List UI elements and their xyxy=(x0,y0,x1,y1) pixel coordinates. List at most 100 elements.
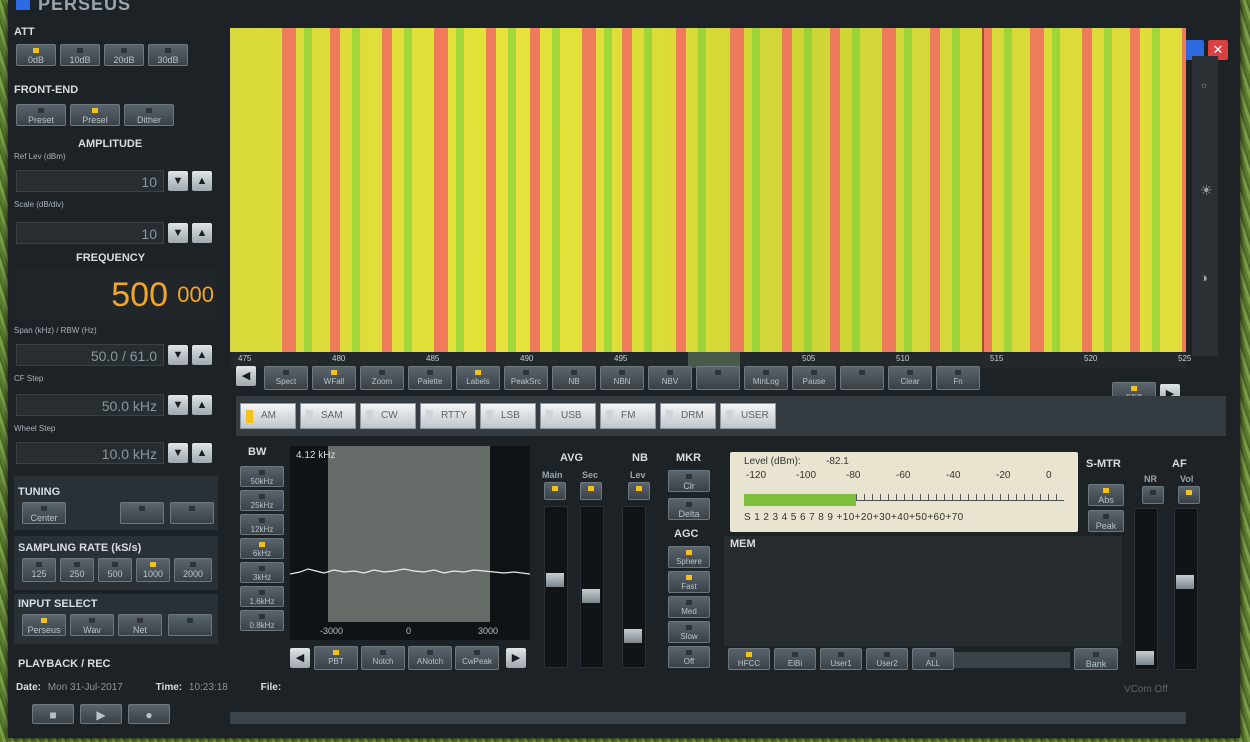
ref-level-up-button[interactable]: ▲ xyxy=(192,171,212,191)
wheel-down-button[interactable]: ▼ xyxy=(168,443,188,463)
wheel-value[interactable]: 10.0 kHz xyxy=(16,442,164,464)
play-button[interactable]: ▶ xyxy=(80,704,122,724)
toolbar-button-labels[interactable]: Labels xyxy=(456,366,500,390)
toolbar-left-button[interactable]: ◀ xyxy=(236,366,256,386)
agc-sphere-button[interactable]: Sphere xyxy=(668,546,710,568)
agc-off-button[interactable]: Off xyxy=(668,646,710,668)
vol-toggle[interactable] xyxy=(1178,486,1200,504)
toolbar-button-pause[interactable]: Pause xyxy=(792,366,836,390)
dither-button[interactable]: Dither xyxy=(124,104,174,126)
bw-3khz-button[interactable]: 3kHz xyxy=(240,562,284,583)
cfstep-value[interactable]: 50.0 kHz xyxy=(16,394,164,416)
ref-level-value[interactable]: 10 xyxy=(16,170,164,192)
filter-cwpeak-button[interactable]: CwPeak xyxy=(455,646,499,670)
avg-main-slider[interactable] xyxy=(544,506,568,668)
waterfall-display[interactable] xyxy=(230,28,1186,358)
filter-notch-button[interactable]: Notch xyxy=(361,646,405,670)
toolbar-button-blank[interactable] xyxy=(840,366,884,390)
volume-knob[interactable] xyxy=(1176,575,1194,589)
bw-1.6khz-button[interactable]: 1.6kHz xyxy=(240,586,284,607)
input-perseus-button[interactable]: Perseus xyxy=(22,614,66,636)
rate-500-button[interactable]: 500 xyxy=(98,558,132,582)
rate-125-button[interactable]: 125 xyxy=(22,558,56,582)
ref-level-down-button[interactable]: ▼ xyxy=(168,171,188,191)
mode-cw-button[interactable]: CW xyxy=(360,403,416,429)
smtr-peak-button[interactable]: Peak xyxy=(1088,510,1124,532)
bank-button[interactable]: Bank xyxy=(1074,648,1118,670)
att-30db-button[interactable]: 30dB xyxy=(148,44,188,66)
mode-lsb-button[interactable]: LSB xyxy=(480,403,536,429)
nb-toggle[interactable] xyxy=(628,482,650,500)
nr-toggle[interactable] xyxy=(1142,486,1164,504)
bw-50khz-button[interactable]: 50kHz xyxy=(240,466,284,487)
wheel-up-button[interactable]: ▲ xyxy=(192,443,212,463)
mem-user1-button[interactable]: User1 xyxy=(820,648,862,670)
contrast-icon[interactable]: ◑ xyxy=(1200,270,1208,285)
rate-2000-button[interactable]: 2000 xyxy=(174,558,212,582)
waterfall-scrollbar[interactable]: ☼ ☀ ◑ xyxy=(1192,56,1218,356)
mkr-clear-button[interactable]: Clr xyxy=(668,470,710,492)
avg-main-toggle[interactable] xyxy=(544,482,566,500)
toolbar-button-clear[interactable]: Clear xyxy=(888,366,932,390)
avg-sec-knob[interactable] xyxy=(582,589,600,603)
mode-usb-button[interactable]: USB xyxy=(540,403,596,429)
smtr-abs-button[interactable]: Abs xyxy=(1088,484,1124,506)
bw-25khz-button[interactable]: 25kHz xyxy=(240,490,284,511)
span-value[interactable]: 50.0 / 61.0 xyxy=(16,344,164,366)
filter-pbt-button[interactable]: PBT xyxy=(314,646,358,670)
mem-all-button[interactable]: ALL xyxy=(912,648,954,670)
toolbar-button-palette[interactable]: Palette xyxy=(408,366,452,390)
toolbar-button-blank[interactable] xyxy=(696,366,740,390)
toolbar-button-nbn[interactable]: NBN xyxy=(600,366,644,390)
mode-rtty-button[interactable]: RTTY xyxy=(420,403,476,429)
mode-fm-button[interactable]: FM xyxy=(600,403,656,429)
playback-progress[interactable] xyxy=(230,712,1186,724)
mkr-delta-button[interactable]: Delta xyxy=(668,498,710,520)
avg-main-knob[interactable] xyxy=(546,573,564,587)
mode-drm-button[interactable]: DRM xyxy=(660,403,716,429)
frequency-display[interactable]: 500 000 xyxy=(16,268,216,320)
filter-right-button[interactable]: ▶ xyxy=(506,648,526,668)
bw-0.8khz-button[interactable]: 0.8kHz xyxy=(240,610,284,631)
rate-1000-button[interactable]: 1000 xyxy=(136,558,170,582)
toolbar-button-peaksrc[interactable]: PeakSrc xyxy=(504,366,548,390)
sun-icon[interactable]: ☀ xyxy=(1200,182,1213,199)
avg-sec-toggle[interactable] xyxy=(580,482,602,500)
mode-am-button[interactable]: AM xyxy=(240,403,296,429)
cfstep-down-button[interactable]: ▼ xyxy=(168,395,188,415)
toolbar-button-spect[interactable]: Spect xyxy=(264,366,308,390)
att-0db-button[interactable]: 0dB xyxy=(16,44,56,66)
span-down-button[interactable]: ▼ xyxy=(168,345,188,365)
att-10db-button[interactable]: 10dB xyxy=(60,44,100,66)
att-20db-button[interactable]: 20dB xyxy=(104,44,144,66)
mode-user-button[interactable]: USER xyxy=(720,403,776,429)
stop-button[interactable]: ■ xyxy=(32,704,74,724)
nr-knob[interactable] xyxy=(1136,651,1154,665)
mem-scroll[interactable] xyxy=(954,652,1070,668)
presel-button[interactable]: Presel xyxy=(70,104,120,126)
rate-250-button[interactable]: 250 xyxy=(60,558,94,582)
filter-anotch-button[interactable]: ANotch xyxy=(408,646,452,670)
input-net-button[interactable]: Net xyxy=(118,614,162,636)
cfstep-up-button[interactable]: ▲ xyxy=(192,395,212,415)
span-up-button[interactable]: ▲ xyxy=(192,345,212,365)
tuning-button-3[interactable] xyxy=(170,502,214,524)
toolbar-button-nbv[interactable]: NBV xyxy=(648,366,692,390)
scale-down-button[interactable]: ▼ xyxy=(168,223,188,243)
scale-up-button[interactable]: ▲ xyxy=(192,223,212,243)
record-button[interactable]: ● xyxy=(128,704,170,724)
toolbar-button-fn[interactable]: Fn xyxy=(936,366,980,390)
mem-hfcc-button[interactable]: HFCC xyxy=(728,648,770,670)
input-extra-button[interactable] xyxy=(168,614,212,636)
toolbar-button-wfall[interactable]: WFall xyxy=(312,366,356,390)
toolbar-button-nb[interactable]: NB xyxy=(552,366,596,390)
mem-user2-button[interactable]: User2 xyxy=(866,648,908,670)
nr-slider[interactable] xyxy=(1134,508,1158,670)
toolbar-button-minlog[interactable]: MinLog xyxy=(744,366,788,390)
bw-display[interactable]: 4.12 kHz -3000 0 3000 xyxy=(290,446,530,640)
scale-value[interactable]: 10 xyxy=(16,222,164,244)
input-wav-button[interactable]: Wav xyxy=(70,614,114,636)
volume-slider[interactable] xyxy=(1174,508,1198,670)
preset-button[interactable]: Preset xyxy=(16,104,66,126)
nb-level-slider[interactable] xyxy=(622,506,646,668)
